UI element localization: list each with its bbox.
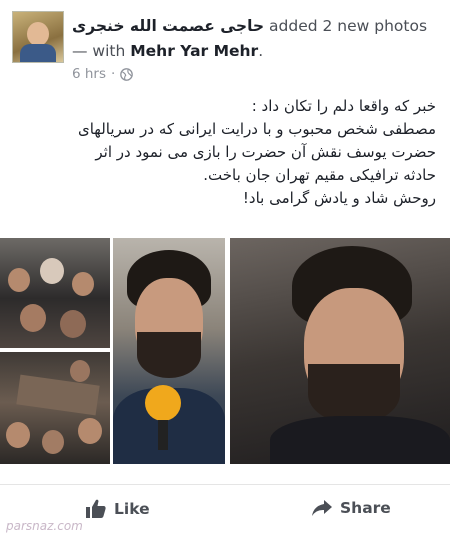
post-body-line: روحش شاد و یادش گرامی باد! bbox=[242, 189, 436, 207]
crowd-face bbox=[40, 258, 64, 284]
crowd-face bbox=[70, 360, 90, 382]
coffin-shape bbox=[16, 374, 100, 416]
post-timestamp[interactable]: 6 hrs bbox=[72, 66, 106, 82]
crowd-face bbox=[78, 418, 102, 444]
crowd-face bbox=[6, 422, 30, 448]
post-body-line: خبر که واقعا دلم را تکان داد : bbox=[251, 97, 436, 115]
meta-separator: · bbox=[111, 66, 116, 82]
tagged-user-link[interactable]: Mehr Yar Mehr bbox=[130, 42, 258, 60]
share-arrow-icon bbox=[312, 500, 332, 516]
avatar-face bbox=[27, 22, 49, 46]
photo-crowd-bottom[interactable] bbox=[0, 352, 110, 464]
share-button[interactable]: Share bbox=[312, 499, 391, 517]
microphone-handle bbox=[158, 420, 168, 450]
author-avatar[interactable] bbox=[12, 11, 64, 63]
tagged-suffix: . bbox=[258, 42, 264, 60]
microphone-icon bbox=[145, 385, 181, 421]
photo-interview[interactable] bbox=[113, 238, 225, 464]
watermark-text: parsnaz.com bbox=[6, 519, 83, 533]
portrait-beard bbox=[308, 364, 400, 424]
like-button[interactable]: Like bbox=[86, 499, 150, 518]
globe-icon[interactable] bbox=[120, 67, 134, 81]
crowd-face bbox=[72, 272, 94, 296]
crowd-face bbox=[8, 268, 30, 292]
post-body-line: مصطفی شخص محبوب و با درایت ایرانی که در … bbox=[77, 120, 436, 138]
post-meta: 6 hrs · bbox=[72, 66, 134, 82]
photo-portrait[interactable] bbox=[230, 238, 450, 464]
crowd-face bbox=[42, 430, 64, 454]
thumbs-up-icon bbox=[86, 499, 106, 518]
photo-crowd-top[interactable] bbox=[0, 238, 110, 348]
post-body-line: حضرت یوسف نقش آن حضرت را بازی می نمود در… bbox=[95, 143, 436, 161]
author-name[interactable]: حاجی عصمت الله خنجری bbox=[72, 17, 264, 35]
crowd-face bbox=[20, 304, 46, 332]
post-header: حاجی عصمت الله خنجری added 2 new photos … bbox=[72, 14, 442, 64]
post-body: خبر که واقعا دلم را تکان داد : مصطفی شخص… bbox=[16, 95, 436, 210]
portrait-beard bbox=[137, 332, 201, 378]
post-body-line: حادثه ترافیکی مقیم تهران جان باخت. bbox=[203, 166, 436, 184]
like-label: Like bbox=[114, 499, 150, 518]
crowd-face bbox=[60, 310, 86, 338]
share-label: Share bbox=[340, 499, 391, 517]
avatar-body bbox=[20, 44, 56, 62]
portrait-coat bbox=[270, 416, 450, 464]
